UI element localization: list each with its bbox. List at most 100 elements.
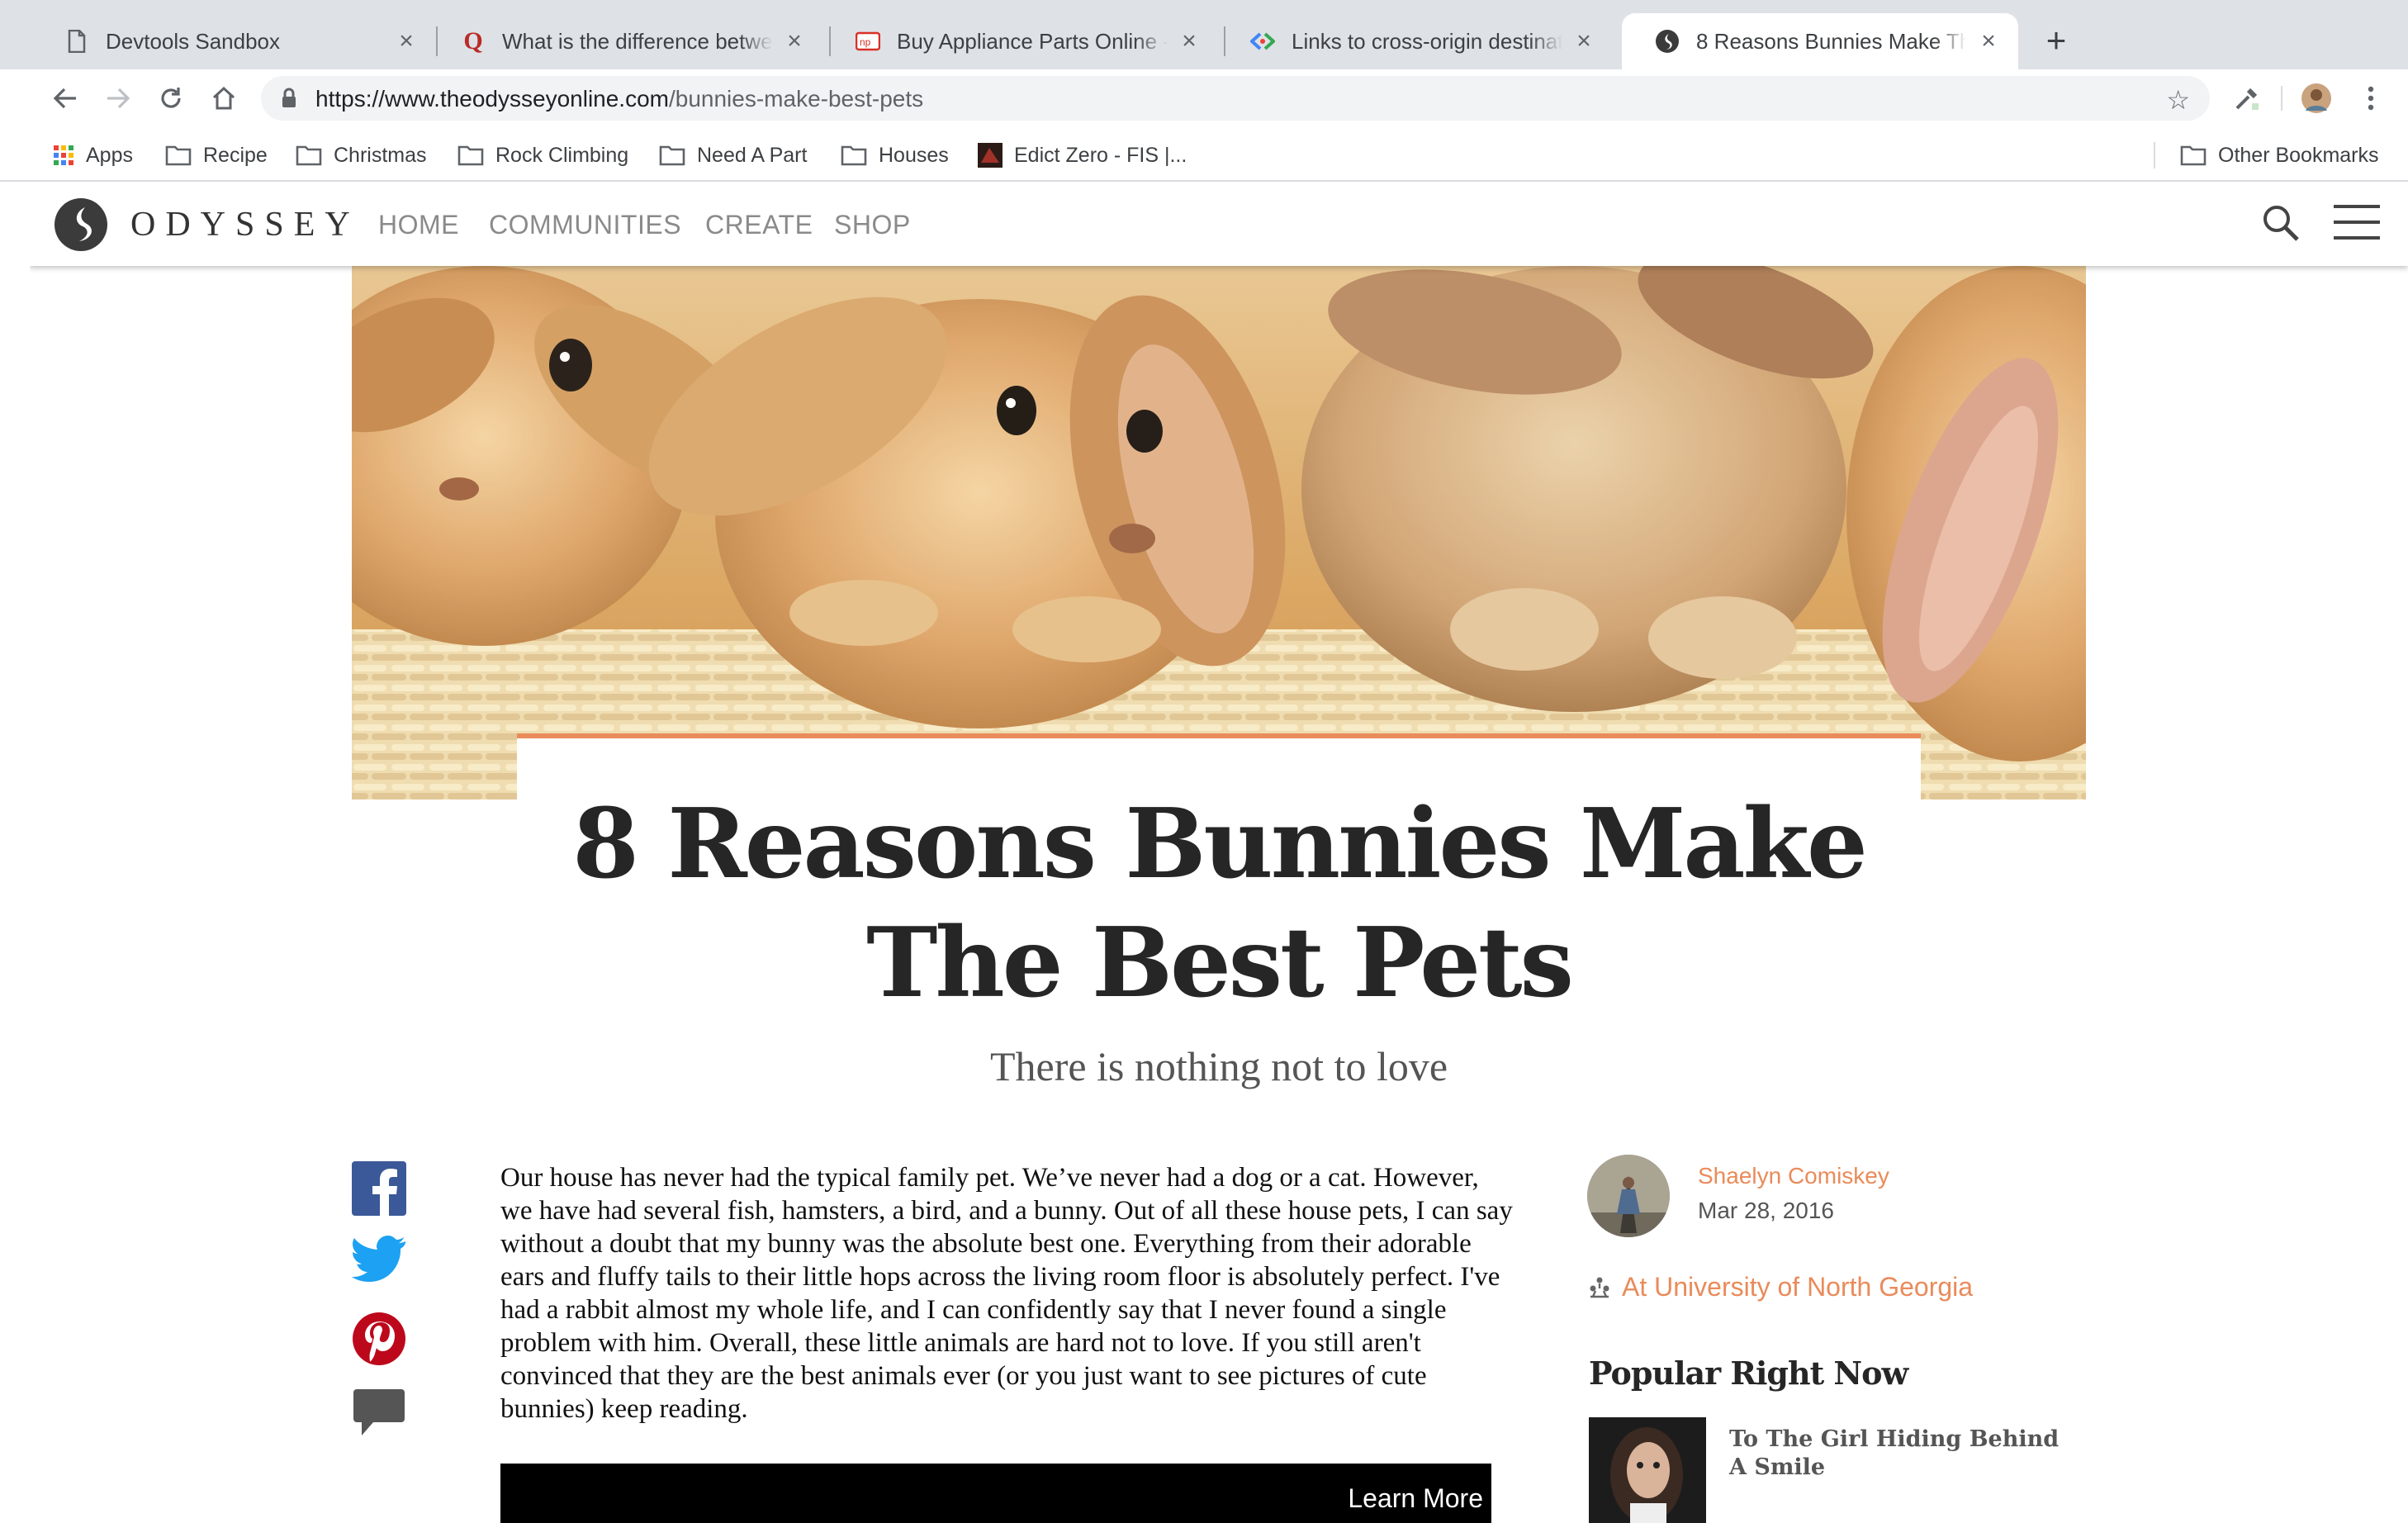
close-icon[interactable]: × (1178, 29, 1201, 54)
tab-devtools-sandbox[interactable]: Devtools Sandbox × (31, 13, 436, 69)
site-logo-text[interactable]: ODYSSEY (130, 205, 360, 244)
folder-icon (841, 145, 867, 166)
folder-icon (2180, 145, 2207, 166)
tab-title: Buy Appliance Parts Online - N (897, 28, 1168, 54)
close-icon[interactable]: × (1572, 29, 1595, 54)
tab-title: Devtools Sandbox (106, 28, 281, 54)
edict-zero-favicon (978, 143, 1003, 168)
video-ad-player[interactable]: Learn More (500, 1464, 1491, 1523)
nav-home[interactable]: HOME (378, 210, 459, 240)
kebab-menu-icon (2368, 86, 2374, 111)
forward-button[interactable] (101, 81, 135, 116)
bookmark-houses[interactable]: Houses (841, 139, 949, 172)
article-title-line-2: The Best Pets (866, 907, 1574, 1019)
bookmark-label: Recipe (203, 143, 268, 167)
odyssey-icon (1655, 29, 1680, 54)
home-icon (212, 86, 235, 110)
eyedropper-extension[interactable] (2230, 81, 2264, 116)
forward-arrow-icon (107, 88, 130, 109)
url-path: /bunnies-make-best-pets (668, 86, 924, 111)
nav-create[interactable]: CREATE (705, 210, 813, 240)
bookmark-apps[interactable]: Apps (53, 139, 133, 172)
author-avatar[interactable] (1587, 1155, 1670, 1237)
author-name-link[interactable]: Shaelyn Comiskey (1698, 1163, 1889, 1189)
bookmark-label: Rock Climbing (495, 143, 629, 167)
new-tab-button[interactable]: + (2040, 23, 2073, 58)
tab-strip: Devtools Sandbox × Q What is the differe… (0, 0, 2408, 69)
community-network-icon (1589, 1277, 1610, 1298)
pinterest-share-icon[interactable] (352, 1312, 406, 1366)
lock-icon (281, 88, 297, 113)
folder-icon (165, 145, 192, 166)
tab-title: 8 Reasons Bunnies Make The B (1696, 28, 1967, 54)
bookmarks-divider (2154, 142, 2155, 168)
bookmarks-bar: Apps Recipe Christmas Rock Climbing Need… (0, 127, 2408, 182)
folder-icon (296, 145, 322, 166)
back-button[interactable] (48, 81, 83, 116)
web-page: ODYSSEY HOME COMMUNITIES CREATE SHOP 8 R… (30, 183, 2408, 1523)
tab-cross-origin-links[interactable]: Links to cross-origin destinatio × (1217, 13, 1614, 69)
bookmark-star-icon[interactable]: ☆ (2166, 84, 2190, 116)
bookmark-other-bookmarks[interactable]: Other Bookmarks (2180, 139, 2379, 172)
tab-title: Links to cross-origin destinatio (1292, 28, 1562, 54)
community-label: At University of North Georgia (1622, 1272, 1974, 1302)
article-subtitle: There is nothing not to love (989, 1043, 1448, 1089)
search-icon[interactable] (2261, 203, 2301, 247)
svg-text:np: np (860, 36, 871, 48)
bookmark-label: Houses (879, 143, 949, 167)
url-text: https://www.theodysseyonline.com/bunnies… (315, 86, 923, 112)
close-icon[interactable]: × (395, 29, 418, 54)
nav-shop[interactable]: SHOP (834, 210, 911, 240)
reload-icon (161, 88, 181, 108)
bookmark-need-a-part[interactable]: Need A Part (659, 139, 807, 172)
bookmark-edict-zero[interactable]: Edict Zero - FIS |... (978, 139, 1187, 172)
bookmark-label: Apps (86, 143, 133, 167)
profile-avatar[interactable] (2299, 81, 2334, 116)
reload-button[interactable] (154, 81, 188, 116)
bookmark-label: Christmas (334, 143, 427, 167)
close-icon[interactable]: × (1977, 29, 2000, 54)
avatar (2301, 83, 2331, 113)
site-header: ODYSSEY HOME COMMUNITIES CREATE SHOP (30, 183, 2408, 266)
learn-more-link[interactable]: Learn More (1348, 1483, 1483, 1514)
bookmark-rock-climbing[interactable]: Rock Climbing (457, 139, 628, 172)
nav-communities[interactable]: COMMUNITIES (489, 210, 681, 240)
twitter-share-icon[interactable] (352, 1236, 406, 1290)
popular-item-thumbnail[interactable] (1589, 1417, 1706, 1523)
bookmark-label: Other Bookmarks (2218, 143, 2379, 167)
popular-heading: Popular Right Now (1589, 1355, 1908, 1392)
folder-icon (457, 145, 484, 166)
url-host: https://www.theodysseyonline.com (315, 86, 669, 111)
odyssey-logo-icon[interactable] (55, 198, 107, 251)
bookmark-christmas[interactable]: Christmas (296, 139, 427, 172)
tab-bunnies-article[interactable]: 8 Reasons Bunnies Make The B × (1622, 13, 2018, 69)
publish-date: Mar 28, 2016 (1698, 1198, 1834, 1223)
tab-title: What is the difference between (502, 28, 773, 54)
facebook-share-icon[interactable] (352, 1161, 406, 1216)
quora-icon: Q (463, 27, 483, 55)
back-arrow-icon (53, 88, 76, 109)
parts-site-icon: np (856, 29, 880, 54)
article-body-paragraph: Our house has never had the typical fami… (500, 1163, 1513, 1424)
eyedropper-icon (2235, 88, 2259, 110)
home-button[interactable] (206, 81, 241, 116)
comment-icon[interactable] (352, 1386, 406, 1440)
bookmark-recipe[interactable]: Recipe (165, 139, 268, 172)
close-icon[interactable]: × (783, 29, 806, 54)
browser-menu-button[interactable] (2353, 81, 2388, 116)
hero-image-bunnies (352, 266, 2086, 799)
apps-grid-icon (53, 145, 74, 166)
hamburger-menu-icon[interactable] (2334, 205, 2380, 240)
folder-icon (659, 145, 685, 166)
popular-item-title[interactable]: To The Girl Hiding Behind A Smile (1729, 1426, 2076, 1482)
web-dev-icon (1250, 29, 1275, 54)
community-link[interactable]: At University of North Georgia (1589, 1272, 1973, 1302)
tab-quora[interactable]: Q What is the difference between × (428, 13, 824, 69)
bunnies-photo (352, 266, 2086, 799)
document-icon (64, 29, 89, 54)
bookmark-label: Need A Part (697, 143, 808, 167)
toolbar-divider (2281, 86, 2282, 111)
tab-appliance-parts[interactable]: np Buy Appliance Parts Online - N × (822, 13, 1219, 69)
address-bar[interactable]: https://www.theodysseyonline.com/bunnies… (261, 76, 2210, 121)
article-title-line-1: 8 Reasons Bunnies Make (572, 788, 1868, 900)
